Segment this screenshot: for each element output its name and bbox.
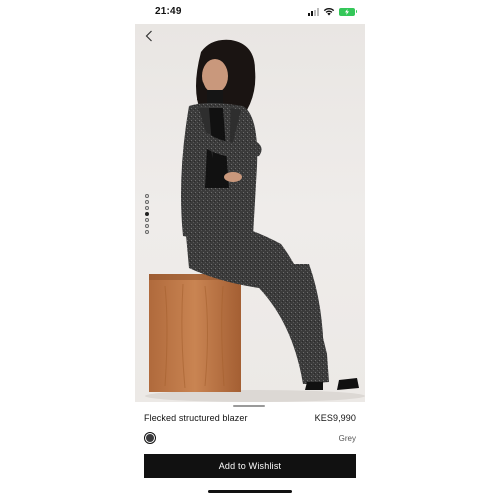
status-icons (308, 7, 357, 16)
chevron-left-icon (145, 30, 152, 42)
color-swatch-grey[interactable] (144, 432, 156, 444)
image-carousel-indicator[interactable] (145, 194, 149, 234)
carousel-dot[interactable] (145, 230, 149, 234)
selected-color-label: Grey (338, 434, 356, 443)
carousel-dot[interactable] (145, 206, 149, 210)
model-photo (145, 39, 365, 402)
back-button[interactable] (141, 28, 157, 44)
product-detail-screen: 21:49 Flecked structured blazer KES9,990… (135, 0, 365, 498)
carousel-dot-active[interactable] (145, 212, 149, 216)
status-time: 21:49 (155, 6, 182, 17)
product-image[interactable] (135, 24, 365, 402)
carousel-dot[interactable] (145, 194, 149, 198)
carousel-dot[interactable] (145, 224, 149, 228)
swatch-fill (146, 434, 154, 442)
home-indicator (208, 490, 292, 493)
carousel-dot[interactable] (145, 200, 149, 204)
product-name: Flecked structured blazer (144, 413, 248, 423)
add-to-wishlist-button[interactable]: Add to Wishlist (144, 454, 356, 478)
signal-icon (308, 7, 319, 16)
carousel-dot[interactable] (145, 218, 149, 222)
status-bar: 21:49 (135, 0, 365, 24)
sheet-drag-handle[interactable] (233, 405, 265, 407)
battery-charging-icon (339, 7, 357, 16)
product-price: KES9,990 (314, 413, 356, 423)
wifi-icon (323, 7, 335, 16)
